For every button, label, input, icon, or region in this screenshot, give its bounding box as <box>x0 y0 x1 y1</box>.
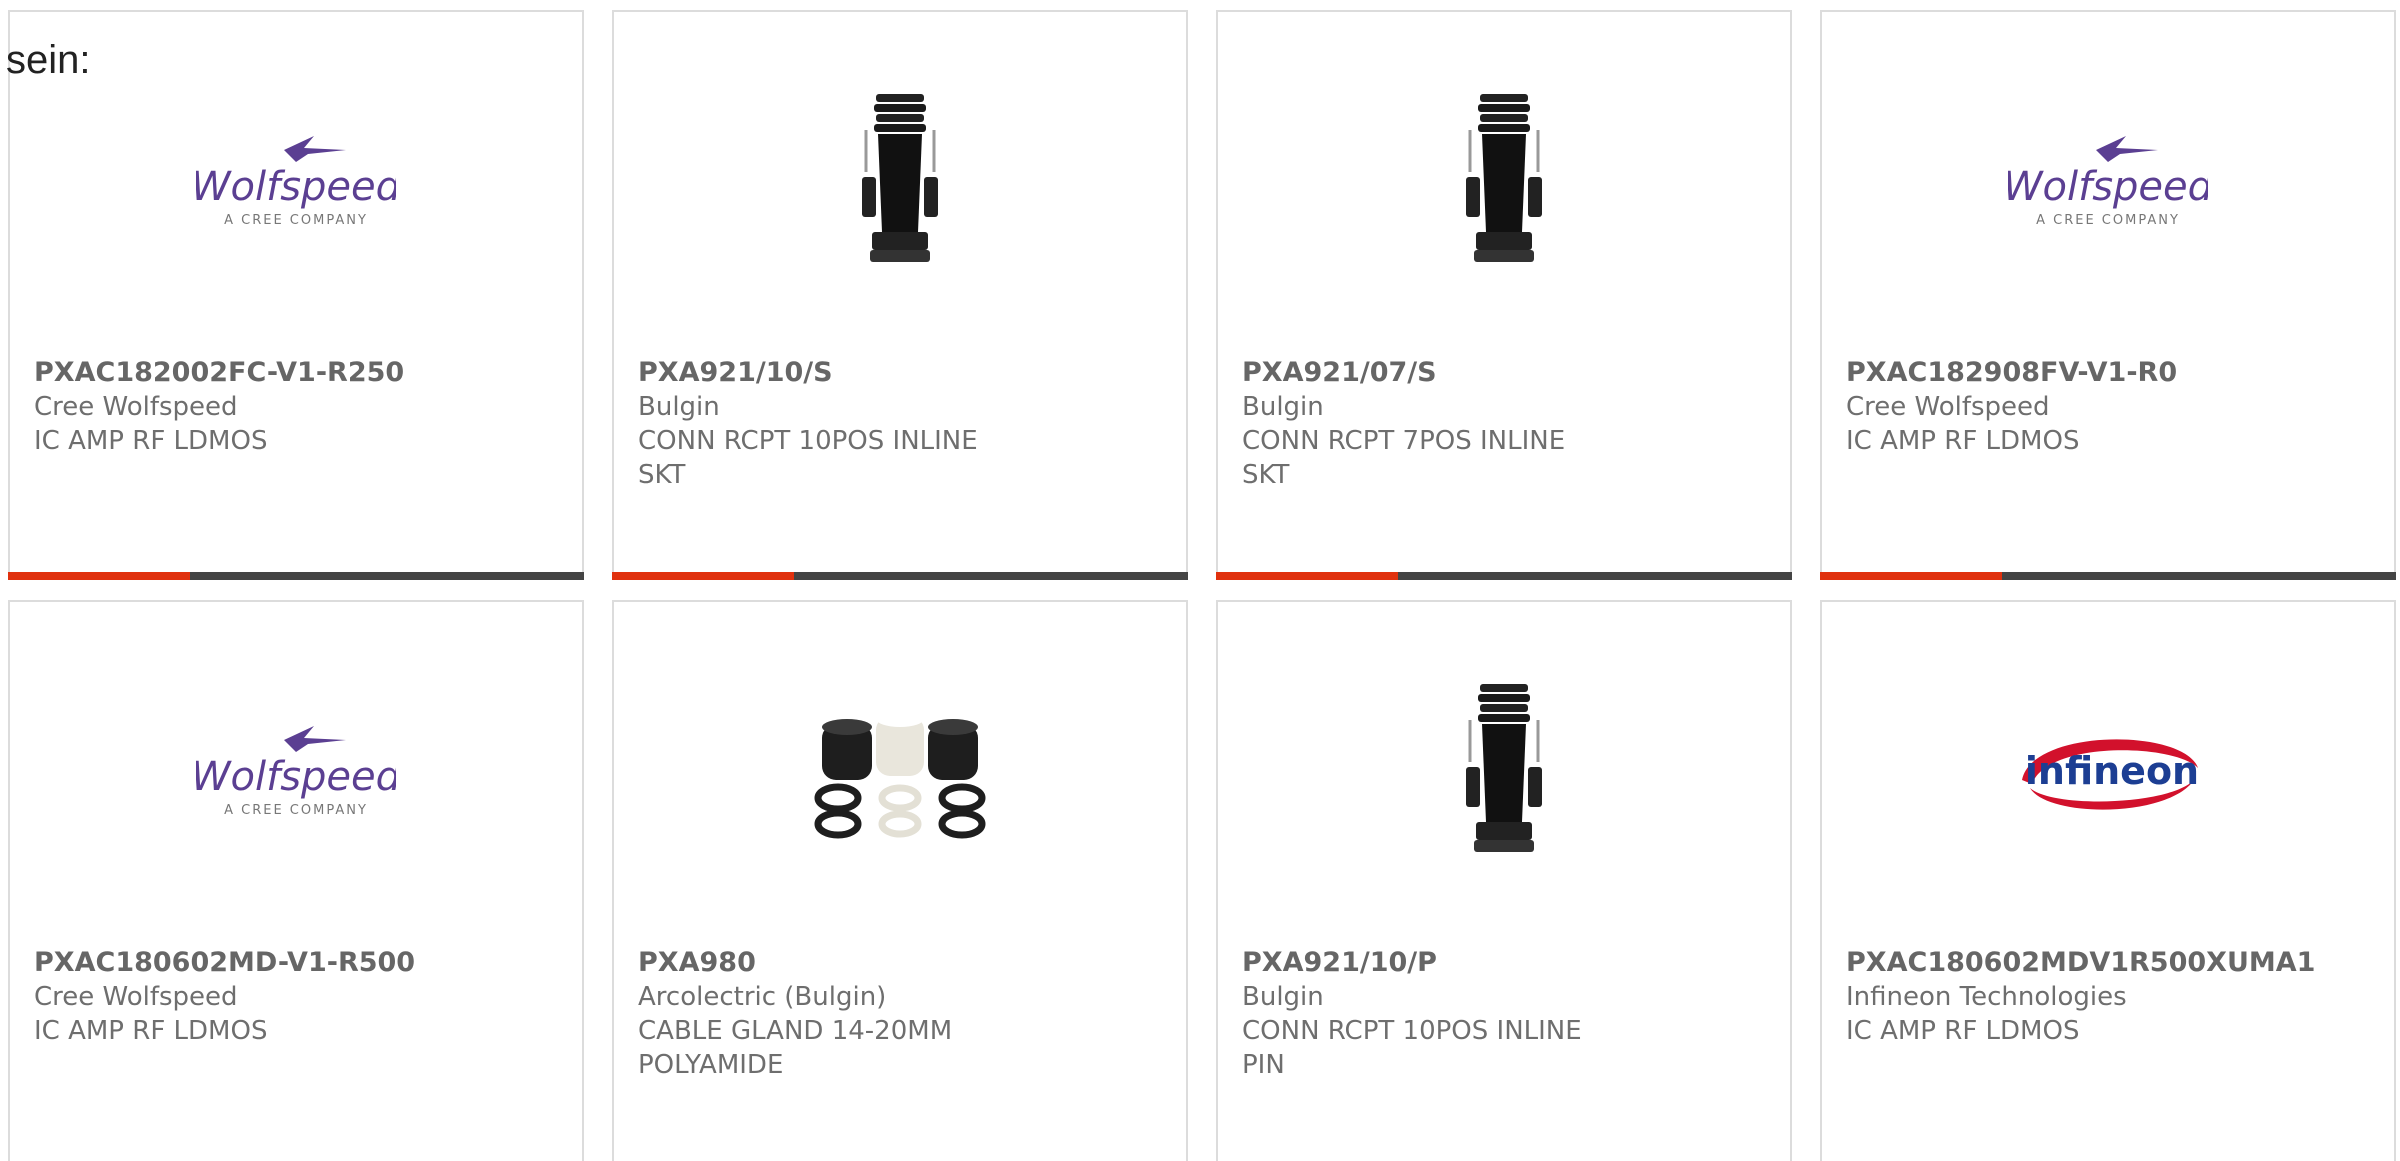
description: IC AMP RF LDMOS <box>34 1016 268 1046</box>
product-card[interactable]: PXA980 Arcolectric (Bulgin) CABLE GLAND … <box>612 600 1188 1161</box>
cable-gland-image <box>800 672 1000 874</box>
part-number[interactable]: PXAC180602MDV1R500XUMA1 <box>1846 946 2370 980</box>
logo-tagline: A CREE COMPANY <box>224 213 368 228</box>
card-bottom-bar <box>1216 572 1792 580</box>
connector-image <box>1404 82 1604 284</box>
manufacturer: Bulgin <box>638 392 720 422</box>
logo-name: Wolfspeed <box>2008 164 2208 210</box>
description: IC AMP RF LDMOS <box>1846 426 2080 456</box>
logo-name: Wolfspeed <box>196 754 396 800</box>
product-card[interactable]: Wolfspeed A CREE COMPANY PXAC182002FC-V1… <box>8 10 584 580</box>
description: CONN RCPT 10POS INLINE PIN <box>1242 1016 1582 1080</box>
manufacturer: Arcolectric (Bulgin) <box>638 982 887 1012</box>
manufacturer: Cree Wolfspeed <box>34 392 238 422</box>
manufacturer: Cree Wolfspeed <box>34 982 238 1012</box>
wolfspeed-logo: Wolfspeed A CREE COMPANY <box>196 82 396 284</box>
description: IC AMP RF LDMOS <box>34 426 268 456</box>
part-number[interactable]: PXA980 <box>638 946 1162 980</box>
product-card[interactable]: Wolfspeed A CREE COMPANY PXAC182908FV-V1… <box>1820 10 2396 580</box>
part-number[interactable]: PXAC182002FC-V1-R250 <box>34 356 558 390</box>
product-card[interactable]: Wolfspeed A CREE COMPANY PXAC180602MD-V1… <box>8 600 584 1161</box>
manufacturer: Cree Wolfspeed <box>1846 392 2050 422</box>
description: IC AMP RF LDMOS <box>1846 1016 2080 1046</box>
part-number[interactable]: PXA921/07/S <box>1242 356 1766 390</box>
logo-name: Wolfspeed <box>196 164 396 210</box>
product-card[interactable]: PXA921/10/P Bulgin CONN RCPT 10POS INLIN… <box>1216 600 1792 1161</box>
lead-text: sein: <box>6 38 91 82</box>
logo-tagline: A CREE COMPANY <box>224 803 368 818</box>
logo-name: infineon <box>2025 749 2199 793</box>
wolfspeed-logo: Wolfspeed A CREE COMPANY <box>2008 82 2208 284</box>
infineon-logo: infineon <box>2008 672 2208 874</box>
card-bar-accent <box>612 572 794 580</box>
card-bottom-bar <box>612 572 1188 580</box>
part-number[interactable]: PXAC180602MD-V1-R500 <box>34 946 558 980</box>
part-number[interactable]: PXA921/10/S <box>638 356 1162 390</box>
description: CONN RCPT 10POS INLINE SKT <box>638 426 978 490</box>
card-bar-accent <box>1216 572 1398 580</box>
product-card[interactable]: infineon PXAC180602MDV1R500XUMA1 Infineo… <box>1820 600 2396 1161</box>
description: CABLE GLAND 14-20MM POLYAMIDE <box>638 1016 953 1080</box>
wolfspeed-logo: Wolfspeed A CREE COMPANY <box>196 672 396 874</box>
card-bar-accent <box>8 572 190 580</box>
product-card[interactable]: PXA921/10/S Bulgin CONN RCPT 10POS INLIN… <box>612 10 1188 580</box>
part-number[interactable]: PXAC182908FV-V1-R0 <box>1846 356 2370 390</box>
connector-image <box>800 82 1000 284</box>
card-bottom-bar <box>8 572 584 580</box>
manufacturer: Bulgin <box>1242 982 1324 1012</box>
card-bottom-bar <box>1820 572 2396 580</box>
description: CONN RCPT 7POS INLINE SKT <box>1242 426 1566 490</box>
logo-tagline: A CREE COMPANY <box>2036 213 2180 228</box>
manufacturer: Infineon Technologies <box>1846 982 2127 1012</box>
part-number[interactable]: PXA921/10/P <box>1242 946 1766 980</box>
card-bar-accent <box>1820 572 2002 580</box>
connector-image <box>1404 672 1604 874</box>
manufacturer: Bulgin <box>1242 392 1324 422</box>
product-card[interactable]: PXA921/07/S Bulgin CONN RCPT 7POS INLINE… <box>1216 10 1792 580</box>
